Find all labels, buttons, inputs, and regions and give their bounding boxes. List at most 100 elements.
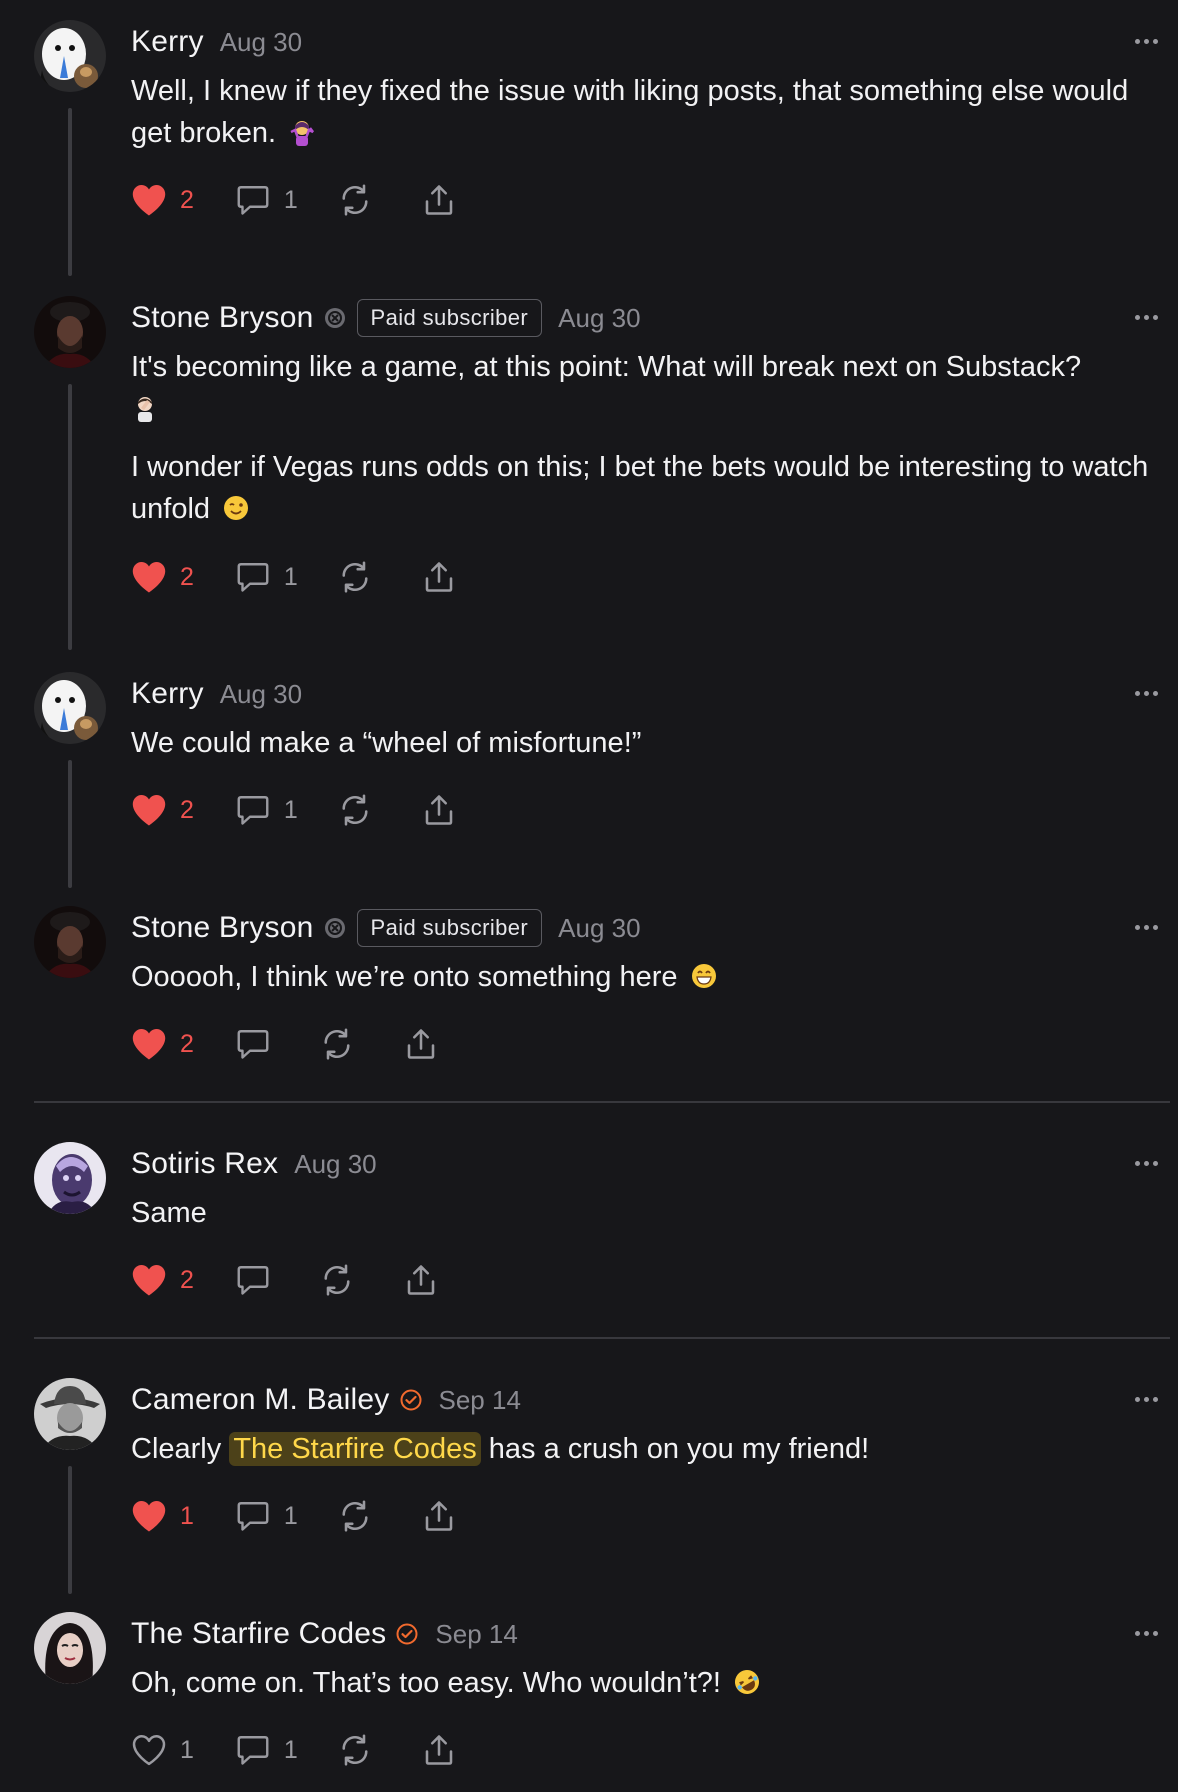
author-name[interactable]: Kerry [131, 677, 204, 711]
restack-button[interactable] [336, 182, 374, 218]
more-options-icon[interactable] [1124, 1384, 1168, 1414]
like-count: 2 [180, 562, 194, 591]
share-button[interactable] [420, 182, 458, 218]
heart-icon [132, 1501, 166, 1532]
reply-button[interactable]: 1 [234, 1498, 298, 1534]
share-button[interactable] [420, 1732, 458, 1768]
share-button[interactable] [420, 559, 458, 595]
like-button[interactable]: 2 [130, 1027, 194, 1061]
share-icon [425, 562, 453, 592]
comment-date[interactable]: Sep 14 [435, 1619, 517, 1650]
comment-header: Sotiris Rex Aug 30 [131, 1142, 377, 1186]
like-button[interactable]: 2 [130, 183, 194, 217]
comment-text: Well, I knew if they fixed the issue wit… [131, 75, 1129, 149]
share-button[interactable] [420, 1498, 458, 1534]
reply-count: 1 [283, 1735, 298, 1764]
share-button[interactable] [402, 1026, 440, 1062]
restack-icon [342, 794, 368, 826]
heart-icon [132, 1265, 166, 1296]
author-name[interactable]: Stone Bryson [131, 301, 314, 335]
action-bar: 2 1 [130, 557, 458, 597]
author-name[interactable]: Kerry [131, 25, 204, 59]
more-options-icon[interactable] [1124, 1618, 1168, 1648]
reply-button[interactable] [234, 1026, 272, 1062]
comment-text: It's becoming like a game, at this point… [131, 351, 1082, 383]
restack-icon [324, 1028, 350, 1060]
comment-bubble-icon [237, 1266, 269, 1295]
reply-button[interactable]: 1 [234, 182, 298, 218]
more-options-icon[interactable] [1124, 1148, 1168, 1178]
avatar[interactable] [34, 672, 106, 744]
restack-button[interactable] [336, 1732, 374, 1768]
heart-icon [132, 795, 166, 826]
like-count: 1 [180, 1735, 194, 1764]
comment: Kerry Aug 30 We could make a “wheel of m… [0, 672, 1178, 894]
reply-button[interactable] [234, 1262, 272, 1298]
user-mention-link[interactable]: The Starfire Codes [229, 1432, 481, 1466]
restack-icon [342, 1734, 368, 1766]
share-button[interactable] [402, 1262, 440, 1298]
avatar[interactable] [34, 1378, 106, 1450]
comment-bubble-icon [237, 1030, 269, 1059]
restack-button[interactable] [318, 1026, 356, 1062]
comment-text: Oooooh, I think we’re onto something her… [131, 961, 678, 993]
comment-date[interactable]: Sep 14 [439, 1385, 521, 1416]
restack-button[interactable] [318, 1262, 356, 1298]
share-icon [425, 795, 453, 825]
more-options-icon[interactable] [1124, 26, 1168, 56]
avatar[interactable] [34, 906, 106, 978]
more-options-icon[interactable] [1124, 912, 1168, 942]
reply-button[interactable]: 1 [234, 1732, 298, 1768]
action-bar: 2 [130, 1024, 440, 1064]
reply-button[interactable]: 1 [234, 559, 298, 595]
comment-text: We could make a “wheel of misfortune!” [131, 727, 642, 759]
woman-shrugging-emoji [288, 118, 316, 146]
more-options-icon[interactable] [1124, 678, 1168, 708]
author-name[interactable]: Cameron M. Bailey [131, 1383, 390, 1417]
action-bar: 1 1 [130, 1730, 458, 1770]
comment-header: Stone Bryson Paid subscriber Aug 30 [131, 296, 641, 340]
divider [34, 1101, 1170, 1103]
restack-button[interactable] [336, 559, 374, 595]
comment-text: Same [131, 1197, 207, 1229]
paid-subscriber-badge-icon [323, 306, 347, 330]
restack-button[interactable] [336, 792, 374, 828]
like-button[interactable]: 1 [130, 1499, 194, 1533]
comment-body: Clearly The Starfire Codes has a crush o… [131, 1428, 1161, 1470]
avatar[interactable] [34, 296, 106, 368]
avatar[interactable] [34, 1142, 106, 1214]
comment-body: We could make a “wheel of misfortune!” [131, 722, 1161, 764]
comment-date[interactable]: Aug 30 [558, 303, 640, 334]
like-count: 2 [180, 1029, 194, 1058]
comment-date[interactable]: Aug 30 [220, 679, 302, 710]
restack-button[interactable] [336, 1498, 374, 1534]
comment-date[interactable]: Aug 30 [294, 1149, 376, 1180]
share-button[interactable] [420, 792, 458, 828]
author-name[interactable]: The Starfire Codes [131, 1617, 386, 1651]
comment: Stone Bryson Paid subscriber Aug 30 It's… [0, 296, 1178, 656]
like-count: 2 [180, 185, 194, 214]
comment-text: I wonder if Vegas runs odds on this; I b… [131, 451, 1149, 525]
comment-bubble-icon [237, 186, 269, 215]
more-options-icon[interactable] [1124, 302, 1168, 332]
paid-subscriber-badge-icon [323, 916, 347, 940]
restack-icon [324, 1264, 350, 1296]
thread-line [68, 1466, 72, 1594]
like-count: 1 [180, 1501, 194, 1530]
like-button[interactable]: 2 [130, 793, 194, 827]
like-button[interactable]: 1 [130, 1733, 194, 1767]
avatar[interactable] [34, 1612, 106, 1684]
like-button[interactable]: 2 [130, 1263, 194, 1297]
like-button[interactable]: 2 [130, 560, 194, 594]
reply-button[interactable]: 1 [234, 792, 298, 828]
divider [34, 1337, 1170, 1339]
action-bar: 2 1 [130, 180, 458, 220]
avatar[interactable] [34, 20, 106, 92]
comment-date[interactable]: Aug 30 [558, 913, 640, 944]
like-count: 2 [180, 1265, 194, 1294]
comment-text: has a crush on you my friend! [488, 1433, 870, 1465]
author-name[interactable]: Sotiris Rex [131, 1147, 278, 1181]
author-name[interactable]: Stone Bryson [131, 911, 314, 945]
comment-date[interactable]: Aug 30 [220, 27, 302, 58]
comment-bubble-icon [237, 1736, 269, 1765]
